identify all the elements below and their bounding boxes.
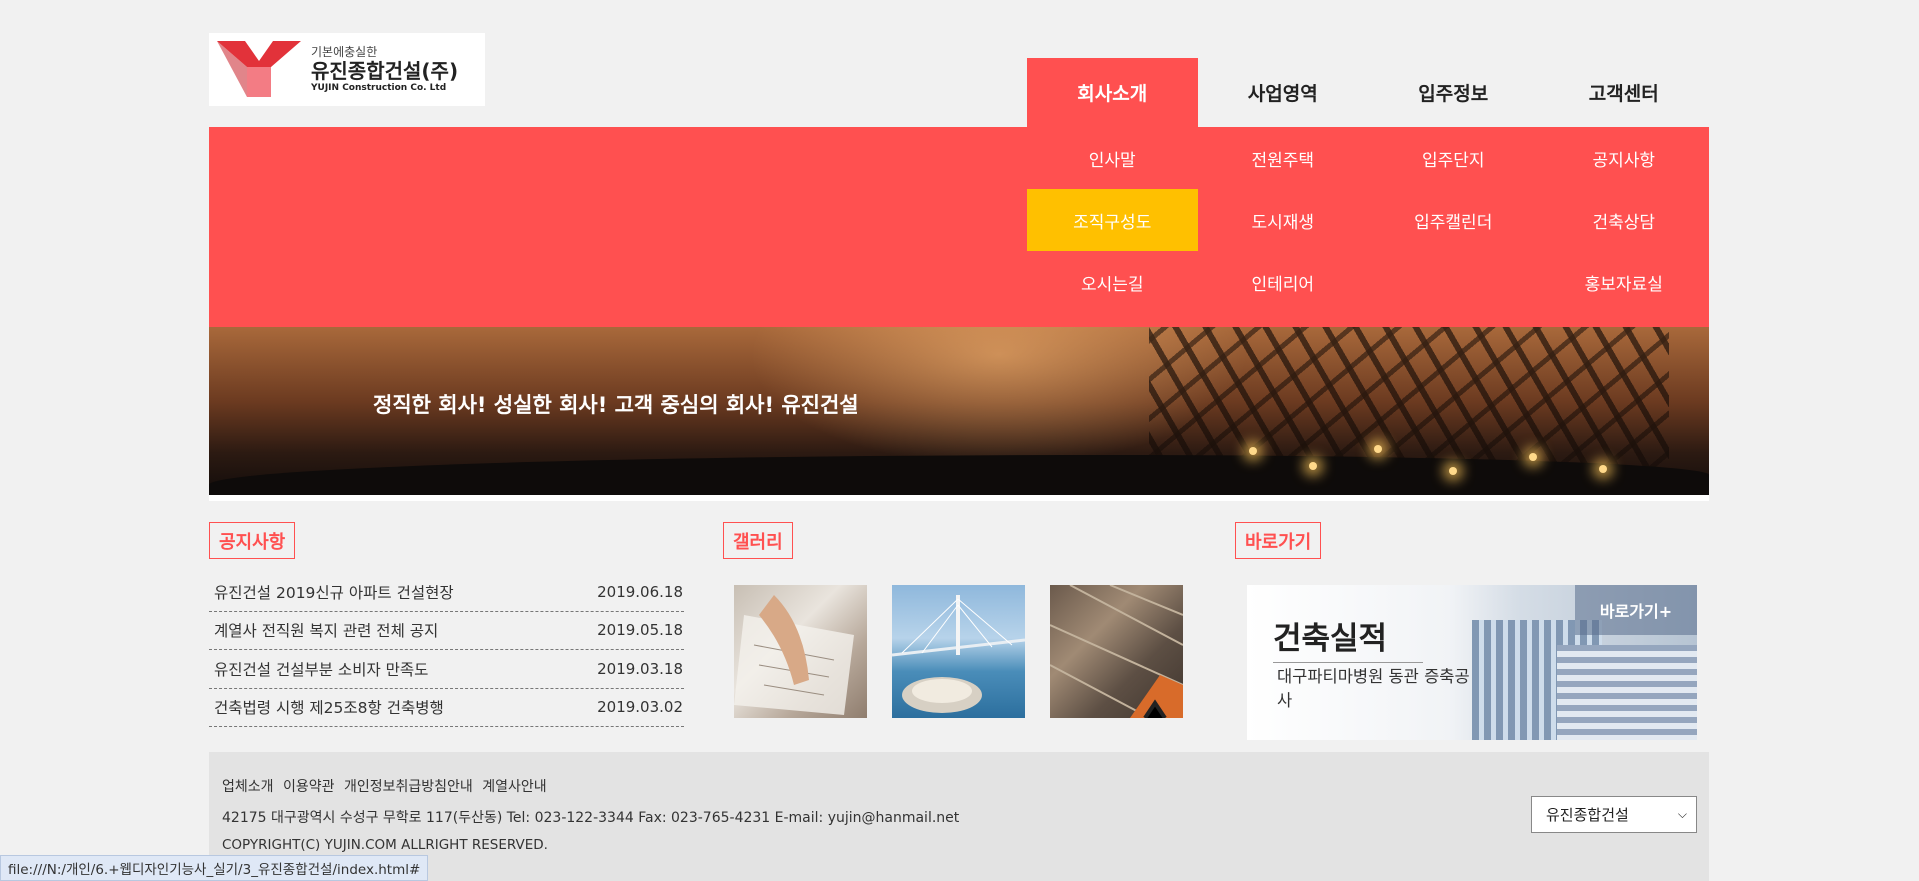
family-site-select-value: 유진종합건설 [1546, 806, 1629, 824]
notice-text: 계열사 전직원 복지 관련 전체 공지 [214, 622, 439, 641]
footer-link-terms[interactable]: 이용약관 [283, 779, 335, 795]
nav-item-residence[interactable]: 입주정보 [1368, 58, 1539, 127]
footer-link-company[interactable]: 업체소개 [222, 779, 274, 795]
nav-item-company[interactable]: 회사소개 [1027, 58, 1198, 127]
shortcut-more-button[interactable]: 바로가기+ [1575, 585, 1697, 635]
main-banner: 정직한 회사! 성실한 회사! 고객 중심의 회사! 유진건설 [209, 327, 1709, 495]
divider [1273, 662, 1423, 663]
footer-link-affiliates[interactable]: 계열사안내 [482, 779, 546, 795]
chevron-down-icon: ⌵ [1677, 807, 1687, 821]
submenu-directions[interactable]: 오시는길 [1027, 251, 1198, 313]
banner-light [1449, 467, 1457, 475]
browser-status-url: file:///N:/개인/6.+웹디자인기능사_실기/3_유진종합건설/ind… [0, 855, 429, 881]
logo-slogan: 기본에충실한 [311, 44, 378, 59]
logo-name: 유진종합건설(주) [311, 58, 459, 83]
notice-list: 유진건설 2019신규 아파트 건설현장 2019.06.18 계열사 전직원 … [209, 573, 684, 727]
dropdown-col-residence: 입주단지 입주캘린더 [1368, 127, 1539, 251]
notice-date: 2019.05.18 [597, 621, 683, 640]
nav-item-customer[interactable]: 고객센터 [1539, 58, 1710, 127]
submenu-interior[interactable]: 인테리어 [1198, 251, 1369, 313]
footer-address: 42175 대구광역시 수성구 무학로 117(두산동) Tel: 023-12… [222, 810, 960, 826]
dropdown-col-customer: 공지사항 건축상담 홍보자료실 [1539, 127, 1710, 313]
gallery-thumb-bridge[interactable] [892, 585, 1025, 718]
notice-text: 유진건설 2019신규 아파트 건설현장 [214, 583, 454, 602]
dropdown-col-company: 인사말 조직구성도 오시는길 [1027, 127, 1198, 313]
banner-light [1249, 447, 1257, 455]
notice-row[interactable]: 건축법령 시행 제25조8항 건축병행 2019.03.02 [209, 689, 684, 727]
submenu-urban-regeneration[interactable]: 도시재생 [1198, 189, 1369, 251]
submenu-complex[interactable]: 입주단지 [1368, 127, 1539, 189]
notice-text: 건축법령 시행 제25조8항 건축병행 [214, 699, 444, 718]
nav-item-business[interactable]: 사업영역 [1198, 58, 1369, 127]
notice-row[interactable]: 유진건설 건설부분 소비자 만족도 2019.03.18 [209, 650, 684, 689]
submenu-pr[interactable]: 홍보자료실 [1539, 251, 1710, 313]
gallery [734, 585, 1184, 718]
logo-mark-icon [215, 37, 303, 103]
notice-date: 2019.06.18 [597, 582, 683, 601]
dropdown-col-business: 전원주택 도시재생 인테리어 [1198, 127, 1369, 313]
logo[interactable]: 기본에충실한 유진종합건설(주) YUJIN Construction Co. … [209, 33, 485, 106]
submenu-organization[interactable]: 조직구성도 [1027, 189, 1198, 251]
family-site-select[interactable]: 유진종합건설 ⌵ [1531, 796, 1697, 833]
footer-copyright: COPYRIGHT(C) YUJIN.COM ALLRIGHT RESERVED… [222, 837, 548, 853]
footer-links: 업체소개 이용약관 개인정보취급방침안내 계열사안내 [222, 776, 551, 796]
submenu-notice[interactable]: 공지사항 [1539, 127, 1710, 189]
shortcut-banner-title: 건축실적 [1273, 621, 1388, 657]
banner-subtitle: 정직한 회사! 성실한 회사! 고객 중심의 회사! 유진건설 [373, 393, 859, 417]
notice-text: 유진건설 건설부분 소비자 만족도 [214, 660, 429, 679]
submenu-consult[interactable]: 건축상담 [1539, 189, 1710, 251]
notice-row[interactable]: 계열사 전직원 복지 관련 전체 공지 2019.05.18 [209, 612, 684, 650]
shortcut-banner-desc: 대구파티마병원 동관 증축공사 [1277, 667, 1470, 710]
notice-title[interactable]: 공지사항 [209, 522, 296, 559]
gallery-thumb-construction[interactable] [1050, 585, 1183, 718]
banner-light [1374, 445, 1382, 453]
banner-divider [209, 495, 1709, 501]
notice-date: 2019.03.02 [597, 698, 683, 717]
gallery-title[interactable]: 갤러리 [723, 522, 793, 559]
banner-light [1309, 462, 1317, 470]
submenu-calendar[interactable]: 입주캘린더 [1368, 189, 1539, 251]
shortcut-title[interactable]: 바로가기 [1235, 522, 1322, 559]
notice-row[interactable]: 유진건설 2019신규 아파트 건설현장 2019.06.18 [209, 573, 684, 612]
gallery-thumb-blueprint[interactable] [734, 585, 867, 718]
banner-light [1529, 453, 1537, 461]
footer-link-privacy[interactable]: 개인정보취급방침안내 [344, 779, 473, 795]
submenu-country-house[interactable]: 전원주택 [1198, 127, 1369, 189]
logo-text: 기본에충실한 유진종합건설(주) YUJIN Construction Co. … [311, 44, 459, 93]
shortcut-banner[interactable]: 건축실적 대구파티마병원 동관 증축공사 바로가기+ [1247, 585, 1697, 740]
hospital-building-image [1557, 645, 1697, 740]
footer: 업체소개 이용약관 개인정보취급방침안내 계열사안내 42175 대구광역시 수… [209, 752, 1709, 881]
banner-light [1599, 465, 1607, 473]
submenu-greeting[interactable]: 인사말 [1027, 127, 1198, 189]
notice-date: 2019.03.18 [597, 659, 683, 678]
main-nav: 회사소개 사업영역 입주정보 고객센터 [1027, 58, 1709, 127]
banner-ground [209, 455, 1709, 495]
nav-dropdown: 인사말 조직구성도 오시는길 전원주택 도시재생 인테리어 입주단지 입주캘린더… [209, 127, 1709, 327]
page-container: 기본에충실한 유진종합건설(주) YUJIN Construction Co. … [209, 0, 1709, 881]
logo-english: YUJIN Construction Co. Ltd [311, 82, 447, 93]
